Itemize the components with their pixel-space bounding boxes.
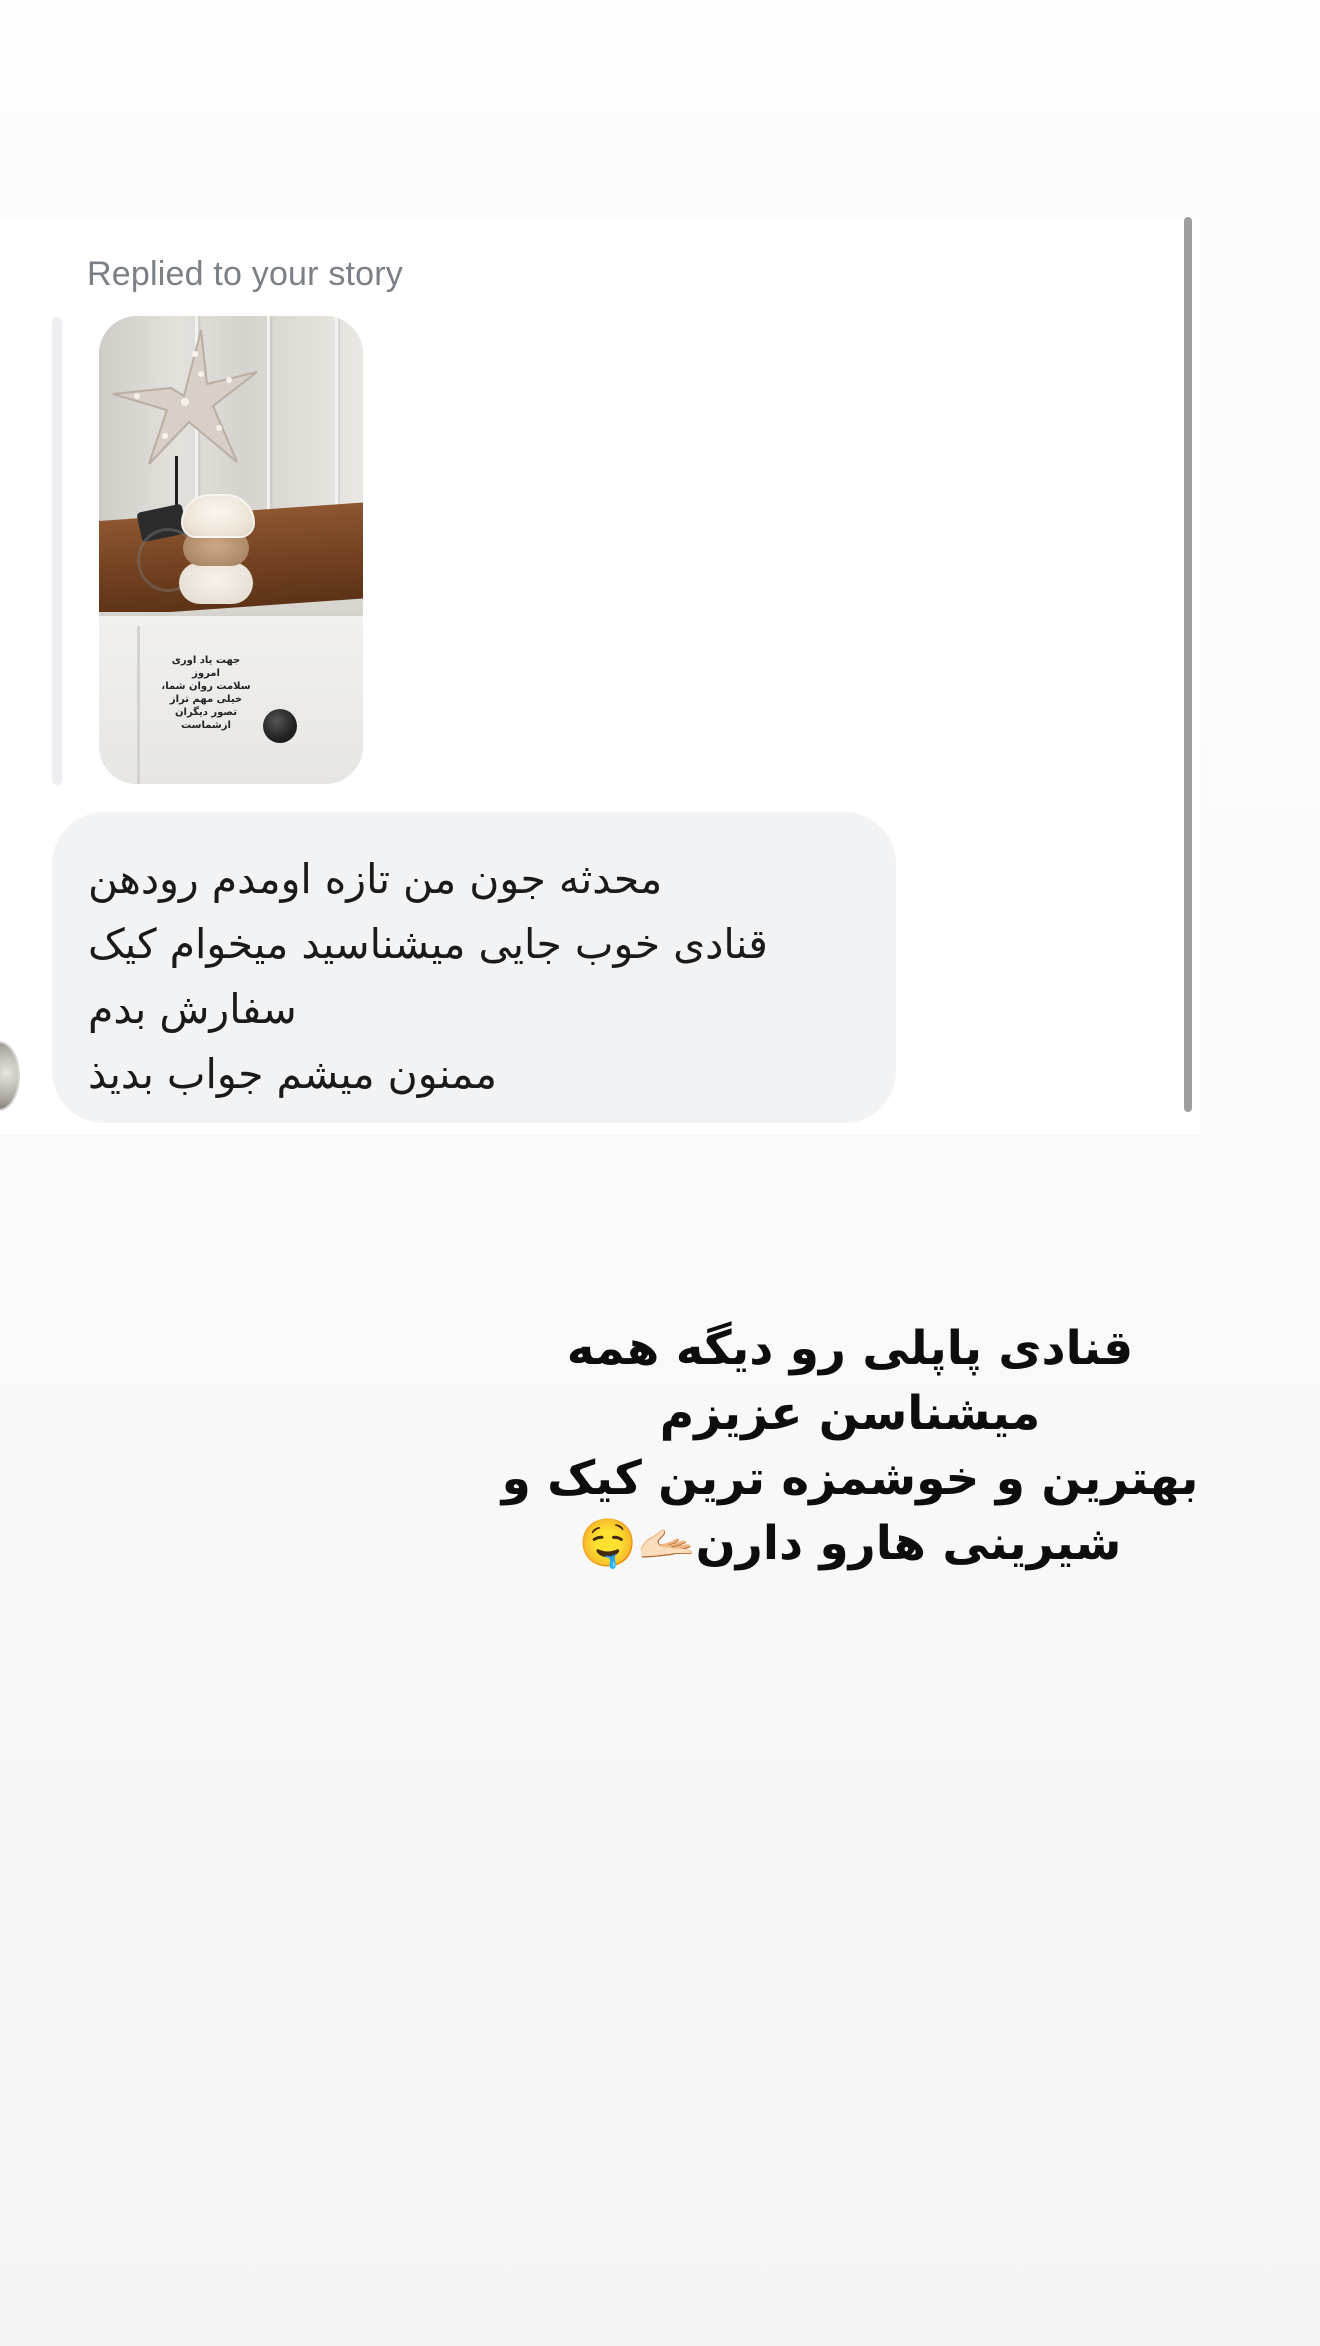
story-caption: قنادی پاپلی رو دیگه همه میشناسن عزیزم به…	[490, 1316, 1210, 1576]
message-line: محدثه جون من تازه اومدم رودهن	[88, 855, 663, 903]
story-thumbnail[interactable]: جهت یاد اوری امروز سلامت روان شما، خیلی …	[99, 316, 363, 784]
candle-bottom	[179, 562, 253, 604]
scrollbar[interactable]	[1184, 217, 1192, 1112]
story-caption-line: شیرینی هارو دارن🫴🏻🤤	[578, 1516, 1122, 1571]
drawer-knob	[263, 709, 297, 743]
drawer-line	[137, 626, 140, 784]
thumbnail-caption: جهت یاد اوری امروز سلامت روان شما، خیلی …	[151, 654, 261, 732]
thumbnail-caption-line: امروز	[192, 668, 220, 679]
thumbnail-caption-line: ازشماست	[181, 720, 231, 731]
avatar[interactable]	[0, 1041, 20, 1111]
reply-quote-bar	[52, 317, 62, 785]
dm-screenshot-panel: Replied to your story جهت یاد اوری امروز…	[0, 217, 1200, 1135]
message-line: ممنون میشم جواب بدیذ	[88, 1050, 497, 1098]
message-bubble[interactable]: محدثه جون من تازه اومدم رودهن قنادی خوب …	[52, 812, 896, 1123]
story-caption-line: بهترین و خوشمزه ترین کیک و	[501, 1451, 1199, 1506]
thumbnail-wall-panel	[267, 316, 270, 536]
candle-top	[181, 494, 255, 538]
thumbnail-caption-line: تصور دیگران	[174, 707, 237, 718]
story-caption-line: میشناسن عزیزم	[659, 1386, 1041, 1441]
story-caption-line: قنادی پاپلی رو دیگه همه	[566, 1321, 1134, 1376]
message-line: قنادی خوب جایی میشناسید میخوام کیک	[88, 920, 768, 968]
message-line: سفارش بدم	[88, 985, 297, 1033]
thumbnail-caption-line: خیلی مهم تراز	[169, 694, 243, 705]
thumbnail-caption-line: سلامت روان شما،	[161, 681, 251, 692]
starfish-decor	[112, 329, 258, 465]
thumbnail-wall-panel	[335, 316, 338, 536]
thumbnail-caption-line: جهت یاد اوری	[171, 655, 241, 666]
replied-to-story-label: Replied to your story	[87, 255, 404, 293]
